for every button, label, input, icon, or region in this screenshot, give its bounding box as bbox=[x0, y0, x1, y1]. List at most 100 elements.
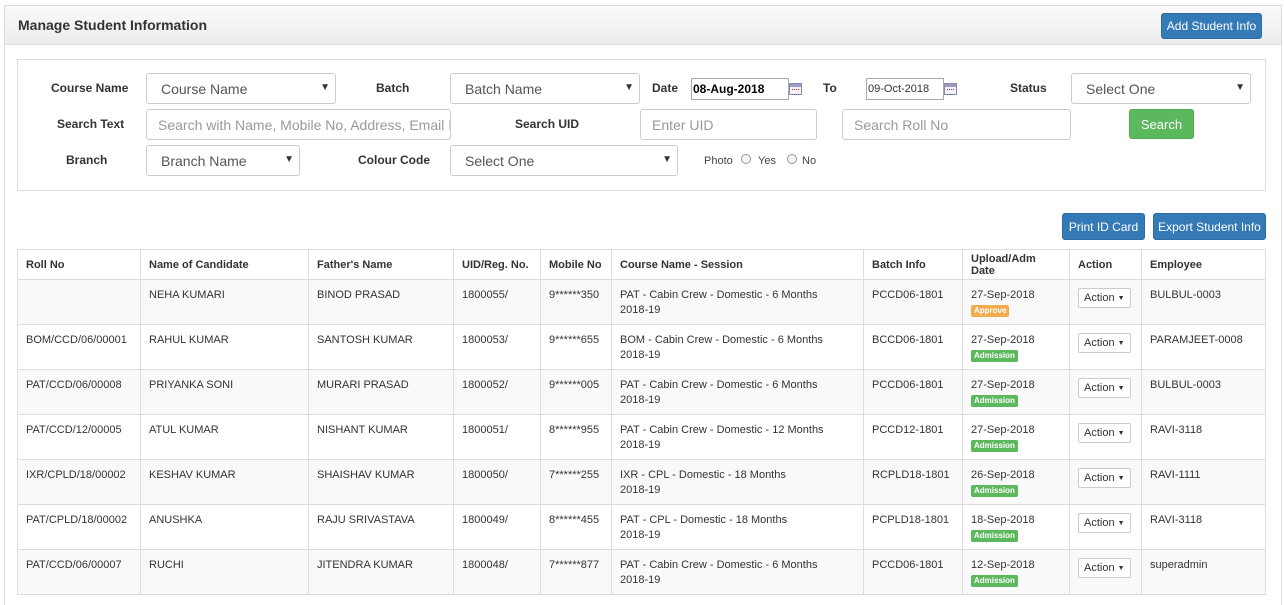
table-row: PAT/CCD/06/00008 PRIYANKA SONI MURARI PRAS… bbox=[17, 369, 1266, 415]
upload-date: 27-Sep-2018 bbox=[971, 289, 1035, 301]
print-id-card-button[interactable]: Print ID Card bbox=[1062, 213, 1145, 240]
course-cell: PAT - Cabin Crew - Domestic - 6 Months 20… bbox=[611, 279, 864, 325]
date-to-input[interactable]: 09-Oct-2018 bbox=[866, 78, 944, 100]
search-text-label: Search Text bbox=[57, 117, 125, 131]
roll-no-cell: PAT/CCD/12/00005 bbox=[17, 414, 141, 460]
filter-panel: Course Name Course Name ▼ Batch Batch Na… bbox=[17, 59, 1266, 191]
caret-down-icon: ▼ bbox=[1117, 474, 1125, 482]
course-session: 2018-19 bbox=[620, 484, 661, 496]
roll-no-cell: PAT/CPLD/18/00002 bbox=[17, 504, 141, 550]
colour-code-select[interactable]: Select One ▼ bbox=[450, 145, 678, 176]
to-label: To bbox=[823, 81, 837, 95]
status-badge: Admission bbox=[971, 530, 1018, 542]
action-dropdown-button[interactable]: Action ▼ bbox=[1078, 288, 1131, 308]
column-header[interactable]: Batch Info bbox=[863, 249, 963, 280]
column-header[interactable]: Upload/Adm Date bbox=[962, 249, 1070, 280]
photo-label: Photo bbox=[704, 155, 733, 167]
search-text-input[interactable]: Search with Name, Mobile No, Address, Em… bbox=[146, 109, 451, 140]
roll-no-cell: PAT/CCD/06/00007 bbox=[17, 549, 141, 595]
employee-cell: BULBUL-0003 bbox=[1141, 279, 1266, 325]
father-name-cell: MURARI PRASAD bbox=[308, 369, 454, 415]
father-name-cell: SHAISHAV KUMAR bbox=[308, 459, 454, 505]
action-dropdown-button[interactable]: Action ▼ bbox=[1078, 468, 1131, 488]
roll-no-input[interactable]: Search Roll No bbox=[842, 109, 1071, 140]
column-header[interactable]: Mobile No bbox=[540, 249, 612, 280]
column-header[interactable]: Action bbox=[1069, 249, 1142, 280]
chevron-down-icon: ▼ bbox=[284, 154, 294, 165]
uid-cell: 1800055/ bbox=[453, 279, 541, 325]
photo-no-radio[interactable] bbox=[787, 154, 797, 164]
status-select[interactable]: Select One ▼ bbox=[1071, 73, 1251, 104]
uid-cell: 1800049/ bbox=[453, 504, 541, 550]
chevron-down-icon: ▼ bbox=[624, 82, 634, 93]
caret-down-icon: ▼ bbox=[1117, 339, 1125, 347]
course-cell: PAT - Cabin Crew - Domestic - 6 Months 20… bbox=[611, 369, 864, 415]
column-header[interactable]: Roll No bbox=[17, 249, 141, 280]
employee-cell: PARAMJEET-0008 bbox=[1141, 324, 1266, 370]
action-dropdown-button[interactable]: Action ▼ bbox=[1078, 513, 1131, 533]
course-name: IXR - CPL - Domestic - 18 Months bbox=[620, 469, 786, 481]
uid-cell: 1800053/ bbox=[453, 324, 541, 370]
colour-code-value: Select One bbox=[465, 152, 535, 169]
course-cell: PAT - CPL - Domestic - 18 Months 2018-19 bbox=[611, 504, 864, 550]
mobile-cell: 7******255 bbox=[540, 459, 612, 505]
uid-cell: 1800051/ bbox=[453, 414, 541, 460]
export-student-button[interactable]: Export Student Info bbox=[1153, 213, 1266, 240]
candidate-name-cell: ANUSHKA bbox=[140, 504, 309, 550]
calendar-icon[interactable] bbox=[944, 83, 957, 95]
roll-no-cell: BOM/CCD/06/00001 bbox=[17, 324, 141, 370]
caret-down-icon: ▼ bbox=[1117, 564, 1125, 572]
upload-date: 27-Sep-2018 bbox=[971, 379, 1035, 391]
upload-date: 12-Sep-2018 bbox=[971, 559, 1035, 571]
add-student-button[interactable]: Add Student Info bbox=[1161, 13, 1262, 39]
status-badge: Admission bbox=[971, 575, 1018, 587]
mobile-cell: 7******877 bbox=[540, 549, 612, 595]
action-label: Action bbox=[1084, 426, 1115, 439]
action-dropdown-button[interactable]: Action ▼ bbox=[1078, 423, 1131, 443]
candidate-name-cell: RAHUL KUMAR bbox=[140, 324, 309, 370]
course-name: PAT - CPL - Domestic - 18 Months bbox=[620, 514, 788, 526]
search-button[interactable]: Search bbox=[1129, 109, 1194, 139]
table-body: NEHA KUMARI BINOD PRASAD 1800055/9******35… bbox=[17, 279, 1266, 595]
status-value: Select One bbox=[1086, 80, 1156, 97]
calendar-icon[interactable] bbox=[789, 83, 802, 95]
chevron-down-icon: ▼ bbox=[320, 82, 330, 93]
course-cell: IXR - CPL - Domestic - 18 Months 2018-19 bbox=[611, 459, 864, 505]
branch-value: Branch Name bbox=[161, 152, 247, 169]
roll-no-cell: PAT/CCD/06/00008 bbox=[17, 369, 141, 415]
status-badge: Admission bbox=[971, 440, 1018, 452]
photo-yes-radio[interactable] bbox=[741, 154, 751, 164]
course-name-select[interactable]: Course Name ▼ bbox=[146, 73, 336, 104]
mobile-cell: 8******955 bbox=[540, 414, 612, 460]
column-header[interactable]: Employee bbox=[1141, 249, 1266, 280]
uid-cell: 1800048/ bbox=[453, 549, 541, 595]
mobile-cell: 9******655 bbox=[540, 324, 612, 370]
column-header[interactable]: Name of Candidate bbox=[140, 249, 309, 280]
date-cell: 26-Sep-2018 Admission bbox=[962, 459, 1070, 505]
action-dropdown-button[interactable]: Action ▼ bbox=[1078, 558, 1131, 578]
column-header[interactable]: Course Name - Session bbox=[611, 249, 864, 280]
status-badge: Admission bbox=[971, 395, 1018, 407]
column-header[interactable]: UID/Reg. No. bbox=[453, 249, 541, 280]
roll-no-cell bbox=[17, 279, 141, 325]
page-title: Manage Student Information bbox=[18, 17, 207, 33]
action-dropdown-button[interactable]: Action ▼ bbox=[1078, 378, 1131, 398]
uid-input[interactable]: Enter UID bbox=[640, 109, 817, 140]
employee-cell: superadmin bbox=[1141, 549, 1266, 595]
action-dropdown-button[interactable]: Action ▼ bbox=[1078, 333, 1131, 353]
branch-label: Branch bbox=[66, 153, 108, 167]
date-cell: 12-Sep-2018 Admission bbox=[962, 549, 1070, 595]
course-session: 2018-19 bbox=[620, 574, 661, 586]
action-label: Action bbox=[1084, 381, 1115, 394]
column-header[interactable]: Father's Name bbox=[308, 249, 454, 280]
father-name-cell: NISHANT KUMAR bbox=[308, 414, 454, 460]
date-from-input[interactable]: 08-Aug-2018 bbox=[691, 78, 789, 100]
employee-cell: RAVI-1111 bbox=[1141, 459, 1266, 505]
status-badge: Admission bbox=[971, 485, 1018, 497]
course-name: PAT - Cabin Crew - Domestic - 6 Months bbox=[620, 559, 818, 571]
uid-cell: 1800050/ bbox=[453, 459, 541, 505]
mobile-cell: 9******350 bbox=[540, 279, 612, 325]
branch-select[interactable]: Branch Name ▼ bbox=[146, 145, 300, 176]
batch-select[interactable]: Batch Name ▼ bbox=[450, 73, 640, 104]
father-name-cell: JITENDRA KUMAR bbox=[308, 549, 454, 595]
